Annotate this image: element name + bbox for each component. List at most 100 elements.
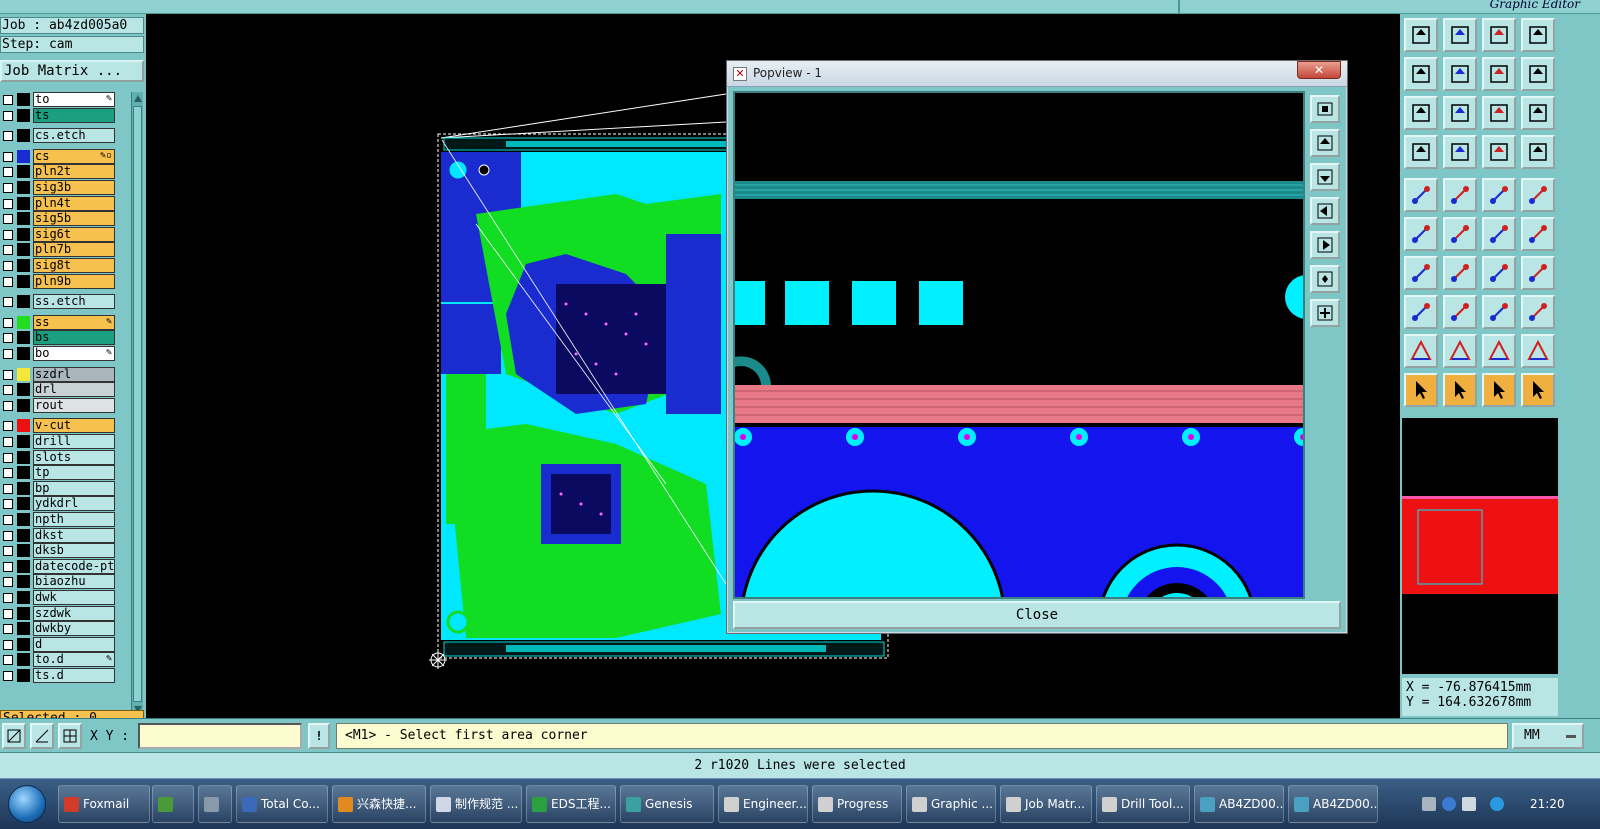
taskbar-item[interactable]: Engineer... — [718, 785, 808, 823]
layer-row[interactable]: sig3b — [0, 180, 118, 195]
popview-titlebar[interactable]: ✕ Popview - 1 ✕ — [727, 61, 1347, 87]
network-tray-icon[interactable] — [1462, 797, 1476, 811]
pointer-alt-button[interactable] — [1443, 373, 1477, 407]
layer-checkbox[interactable] — [3, 183, 13, 193]
layer-row[interactable]: bs — [0, 330, 118, 346]
layer-checkbox[interactable] — [3, 261, 13, 271]
tri-outline-button[interactable] — [1404, 334, 1438, 368]
layer-name[interactable]: rout — [33, 397, 115, 413]
layer-name[interactable]: sig8t — [33, 258, 115, 273]
layer-row[interactable]: bp — [0, 480, 118, 496]
scroll-up-icon[interactable] — [133, 94, 143, 104]
layer-color-swatch[interactable] — [17, 93, 30, 106]
layer-name[interactable]: v-cut — [33, 418, 115, 434]
window-close-button[interactable]: ✕ — [1297, 61, 1341, 79]
pointer-path-button[interactable] — [1521, 373, 1555, 407]
layer-checkbox[interactable] — [3, 452, 13, 463]
layer-checkbox[interactable] — [3, 245, 13, 256]
layer-color-swatch[interactable] — [17, 165, 30, 179]
taskbar-item[interactable]: 兴森快捷... — [332, 785, 426, 823]
probe-button[interactable] — [1443, 135, 1477, 169]
layer-checkbox[interactable] — [3, 577, 13, 588]
net-select-button[interactable] — [1482, 135, 1516, 169]
layer-checkbox[interactable] — [3, 110, 13, 121]
layer-color-swatch[interactable] — [17, 419, 30, 433]
layer-color-swatch[interactable] — [17, 227, 30, 241]
layer-name[interactable]: dksb — [33, 543, 115, 559]
paint-brush-button[interactable] — [1404, 135, 1438, 169]
layer-checkbox[interactable] — [3, 151, 13, 162]
layer-color-swatch[interactable] — [17, 295, 30, 309]
layer-name[interactable]: slots — [33, 449, 115, 465]
draw-line-button[interactable] — [1443, 178, 1477, 212]
grid-mode-button[interactable] — [58, 723, 82, 749]
pointer-circle-button[interactable] — [1482, 373, 1516, 407]
layer-checkbox[interactable] — [3, 483, 13, 494]
pointer-select-button[interactable] — [1404, 373, 1438, 407]
redo-step-button[interactable] — [1521, 57, 1555, 91]
window-split-button[interactable] — [1521, 18, 1555, 52]
popview-zoom-fit-button[interactable] — [1310, 95, 1340, 123]
connection-tray-icon[interactable] — [1490, 797, 1504, 811]
layer-row[interactable]: ss ✎ — [0, 314, 118, 330]
measure-button[interactable] — [1482, 178, 1516, 212]
layer-name[interactable]: d — [33, 636, 115, 652]
layer-name[interactable]: npth — [33, 512, 115, 527]
layer-name[interactable]: dwkby — [33, 621, 115, 637]
layer-checkbox[interactable] — [3, 333, 13, 344]
layer-row[interactable]: drl — [0, 382, 118, 398]
split-feature-button[interactable] — [1521, 256, 1555, 290]
taskbar-item[interactable]: AB4ZD00... — [1288, 785, 1378, 823]
taskbar-clock[interactable]: 21:20 — [1530, 797, 1565, 811]
layer-name[interactable]: biaozhu — [33, 574, 115, 590]
taskbar-item[interactable] — [152, 785, 194, 823]
overview-minimap[interactable] — [1402, 418, 1558, 674]
layer-color-swatch[interactable] — [17, 528, 30, 542]
layer-color-swatch[interactable] — [17, 259, 30, 272]
keyboard-tray-icon[interactable] — [1422, 797, 1436, 811]
undo-step-button[interactable] — [1482, 57, 1516, 91]
layer-color-swatch[interactable] — [17, 274, 30, 288]
layer-row[interactable]: to.d ✎ — [0, 652, 118, 668]
layer-checkbox[interactable] — [3, 468, 13, 479]
layer-row[interactable]: v-cut — [0, 418, 118, 434]
add-circle-button[interactable] — [1521, 178, 1555, 212]
delete-node-button[interactable] — [1443, 217, 1477, 251]
taskbar-item[interactable]: Job Matr... — [1000, 785, 1092, 823]
popview-close-button[interactable]: Close — [733, 601, 1341, 629]
layer-color-swatch[interactable] — [17, 367, 30, 381]
layer-row[interactable]: sig5b — [0, 211, 118, 227]
units-selector[interactable]: MM — [1512, 723, 1584, 749]
layer-name[interactable]: ts — [33, 107, 115, 123]
layer-color-swatch[interactable] — [17, 653, 30, 667]
layer-checkbox[interactable] — [3, 369, 13, 380]
taskbar-item[interactable]: Foxmail — [58, 785, 150, 823]
layer-color-swatch[interactable] — [17, 196, 30, 210]
layer-color-swatch[interactable] — [17, 575, 30, 589]
layer-name[interactable]: ts.d — [33, 668, 115, 683]
layer-row[interactable]: npth — [0, 512, 118, 527]
start-button[interactable] — [8, 785, 46, 823]
layer-name[interactable]: to — [33, 92, 115, 107]
layer-color-swatch[interactable] — [17, 481, 30, 495]
layer-checkbox[interactable] — [3, 297, 13, 308]
layer-row[interactable]: cs ✎▫ — [0, 148, 118, 164]
layer-row[interactable]: cs.etch — [0, 128, 118, 144]
fill-shape-button[interactable] — [1521, 295, 1555, 329]
help-tray-icon[interactable] — [1442, 797, 1456, 811]
layer-row[interactable]: ts.d — [0, 668, 118, 683]
layer-checkbox[interactable] — [3, 229, 13, 240]
layer-checkbox[interactable] — [3, 400, 13, 411]
layer-checkbox[interactable] — [3, 131, 13, 142]
layer-name[interactable]: ss — [33, 314, 115, 330]
layer-name[interactable]: pln4t — [33, 195, 115, 211]
move-left-button[interactable] — [1404, 57, 1438, 91]
layer-checkbox[interactable] — [3, 624, 13, 635]
layer-name[interactable]: bo — [33, 346, 115, 361]
tri-arc-button[interactable] — [1482, 334, 1516, 368]
popview-zoom-out-button[interactable] — [1310, 265, 1340, 293]
layer-row[interactable]: ss.etch — [0, 294, 118, 310]
move-right-button[interactable] — [1443, 57, 1477, 91]
layer-color-swatch[interactable] — [17, 435, 30, 448]
layer-checkbox[interactable] — [3, 593, 13, 603]
